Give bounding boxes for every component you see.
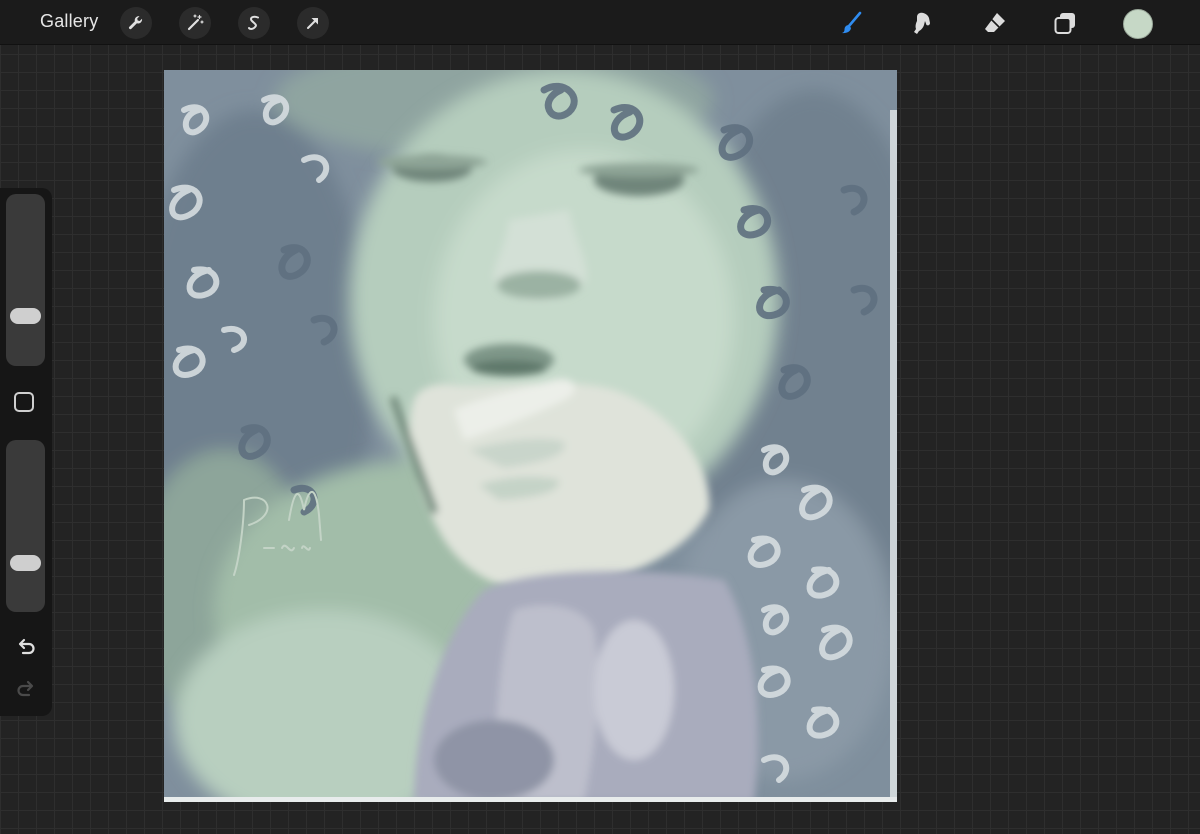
top-toolbar: Gallery bbox=[0, 0, 1200, 45]
opacity-thumb[interactable] bbox=[10, 555, 41, 571]
artwork bbox=[164, 70, 897, 802]
layers-button[interactable] bbox=[1048, 6, 1082, 40]
brush-icon bbox=[842, 11, 862, 34]
eraser-tool-button[interactable] bbox=[978, 6, 1012, 40]
redo-icon bbox=[17, 680, 34, 697]
smudge-icon bbox=[914, 12, 930, 34]
redo-button[interactable] bbox=[13, 676, 39, 702]
opacity-slider[interactable] bbox=[6, 440, 45, 612]
brush-size-thumb[interactable] bbox=[10, 307, 41, 324]
eraser-icon bbox=[985, 13, 1005, 32]
adjustments-button[interactable] bbox=[179, 7, 211, 39]
layers-icon bbox=[1054, 13, 1075, 34]
color-picker-button[interactable] bbox=[1123, 9, 1153, 39]
actions-button[interactable] bbox=[120, 7, 152, 39]
drawing-canvas[interactable] bbox=[164, 70, 897, 802]
smudge-tool-button[interactable] bbox=[905, 6, 939, 40]
brush-size-slider[interactable] bbox=[6, 194, 45, 366]
undo-icon bbox=[18, 638, 35, 655]
gallery-button[interactable]: Gallery bbox=[40, 11, 98, 32]
modify-button[interactable] bbox=[14, 392, 34, 412]
left-sidebar bbox=[0, 188, 52, 716]
brush-tool-button[interactable] bbox=[835, 6, 869, 40]
transform-button[interactable] bbox=[297, 7, 329, 39]
selection-button[interactable] bbox=[238, 7, 270, 39]
transform-arrow-icon bbox=[307, 18, 318, 29]
magic-wand-icon bbox=[187, 14, 204, 31]
selection-icon bbox=[248, 15, 259, 30]
undo-button[interactable] bbox=[13, 634, 39, 660]
wrench-icon bbox=[128, 16, 143, 30]
